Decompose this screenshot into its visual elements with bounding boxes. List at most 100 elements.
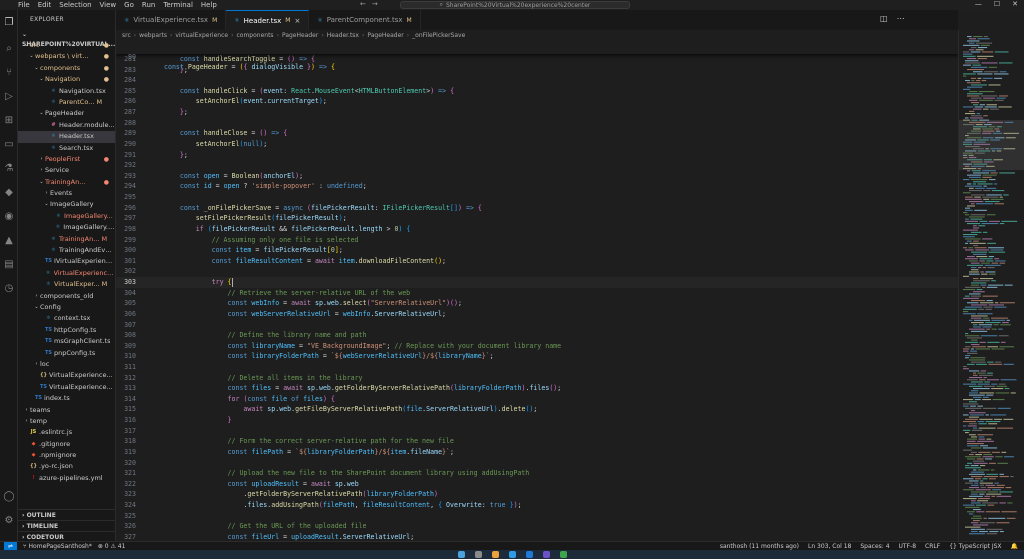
code-line[interactable]: 315 await sp.web.getFileByServerRelative… — [116, 404, 958, 415]
git-blame[interactable]: santhosh (11 months ago) — [720, 543, 799, 550]
code-line[interactable]: 305 const webInfo = await sp.web.select(… — [116, 298, 958, 309]
tree-file[interactable]: ⚛ ParentCo... M — [18, 97, 115, 108]
tree-file[interactable]: # Header.module... — [18, 120, 115, 131]
menu-item-go[interactable]: Go — [124, 1, 134, 9]
code-line[interactable]: 297 setFilePickerResult(filePickerResult… — [116, 213, 958, 224]
code-line[interactable]: 327 const fileUrl = uploadResult.ServerR… — [116, 532, 958, 541]
settings-gear-icon[interactable]: ⚙ — [3, 514, 15, 526]
tree-file[interactable]: TS VirtualExperience... — [18, 382, 115, 393]
tree-file[interactable]: {} VirtualExperience... — [18, 370, 115, 381]
code-line[interactable]: 302 — [116, 266, 958, 277]
code-line[interactable]: 293 const open = Boolean(anchorEl); — [116, 171, 958, 182]
explorer-icon[interactable]: ❐ — [3, 16, 15, 28]
tree-file[interactable]: TS msGraphClient.ts — [18, 336, 115, 347]
menu-item-view[interactable]: View — [100, 1, 117, 9]
code-line[interactable]: 312 // Delete all items in the library — [116, 373, 958, 384]
workspace-root[interactable]: ⌄ SHAREPOINT%20VIRTUAL... — [18, 30, 115, 48]
breadcrumb-item[interactable]: src — [122, 32, 131, 39]
start-icon[interactable] — [457, 551, 465, 558]
account-icon[interactable]: ◯ — [3, 490, 15, 502]
menu-item-run[interactable]: Run — [142, 1, 155, 9]
tree-folder[interactable]: ⌄ src — [18, 40, 115, 51]
chrome-icon[interactable] — [559, 551, 567, 558]
code-line[interactable]: 304 // Retrieve the server-relative URL … — [116, 288, 958, 299]
code-line[interactable]: 299 // Assuming only one file is selecte… — [116, 235, 958, 246]
tree-file[interactable]: ⚛ Navigation.tsx — [18, 86, 115, 97]
testing-icon[interactable]: ⚗ — [3, 162, 15, 174]
encoding[interactable]: UTF-8 — [899, 543, 917, 550]
code-line[interactable]: 300 const item = filePickerResult[0]; — [116, 245, 958, 256]
tree-folder[interactable]: › teams — [18, 405, 115, 416]
cursor-position[interactable]: Ln 303, Col 18 — [808, 543, 851, 550]
tree-folder[interactable]: ⌄ components — [18, 63, 115, 74]
menu-item-selection[interactable]: Selection — [59, 1, 91, 9]
code-line[interactable]: 310 const libraryFolderPath = `${webServ… — [116, 351, 958, 362]
code-line[interactable]: 289 const handleClose = () => { — [116, 128, 958, 139]
code-line[interactable]: 325 — [116, 511, 958, 522]
back-arrow-icon[interactable]: ← — [360, 0, 366, 8]
code-line[interactable]: 298 if (filePickerResult && filePickerRe… — [116, 224, 958, 235]
search-icon[interactable]: ⌕ — [3, 42, 15, 54]
code-line[interactable]: 318 // Form the correct server-relative … — [116, 436, 958, 447]
code-line[interactable]: 319 const filePath = `${libraryFolderPat… — [116, 447, 958, 458]
minimap[interactable] — [958, 30, 1024, 541]
command-center-search[interactable]: ⌕ SharePoint%20Virtual%20experience%20ce… — [400, 1, 630, 9]
minimap-slider[interactable] — [959, 120, 1024, 170]
code-line[interactable]: 292 — [116, 160, 958, 171]
tree-file[interactable]: TS index.ts — [18, 393, 115, 404]
run-debug-icon[interactable]: ▷ — [3, 90, 15, 102]
maximize-icon[interactable]: ☐ — [994, 0, 1000, 8]
tree-folder[interactable]: ⌄ PageHeader — [18, 108, 115, 119]
tree-folder[interactable]: › components_old — [18, 291, 115, 302]
tab-virtualexperience-tsx[interactable]: ⚛ VirtualExperience.tsx M — [116, 10, 227, 30]
tree-file[interactable]: JS .eslintrc.js — [18, 427, 115, 438]
code-line[interactable]: 324 .files.addUsingPath(filePath, fileRe… — [116, 500, 958, 511]
code-line[interactable]: 291 }; — [116, 150, 958, 161]
source-control-icon[interactable]: ⑂ — [3, 66, 15, 78]
vscode-taskbar-icon[interactable] — [525, 551, 533, 558]
code-line[interactable]: 301 const fileResultContent = await item… — [116, 256, 958, 267]
menu-item-file[interactable]: File — [18, 1, 30, 9]
breadcrumb-item[interactable]: _onFilePickerSave — [412, 32, 465, 39]
code-line[interactable]: 313 const files = await sp.web.getFolder… — [116, 383, 958, 394]
code-line[interactable]: 288 — [116, 118, 958, 129]
code-line[interactable]: 326 // Get the URL of the uploaded file — [116, 521, 958, 532]
tree-file[interactable]: ◆ .gitignore — [18, 439, 115, 450]
code-line[interactable]: 296 const _onFilePickerSave = async (fil… — [116, 203, 958, 214]
line-ending[interactable]: CRLF — [925, 543, 940, 550]
code-line[interactable]: 317 — [116, 426, 958, 437]
breadcrumb-item[interactable]: webparts — [139, 32, 167, 39]
tree-file[interactable]: ◆ .npmignore — [18, 450, 115, 461]
minimize-icon[interactable]: — — [975, 0, 982, 8]
remote-explorer-icon[interactable]: ▭ — [3, 138, 15, 150]
code-line[interactable]: 309 const libraryName = "VE_BackgroundIm… — [116, 341, 958, 352]
taskbar-search-icon[interactable] — [474, 551, 482, 558]
code-line[interactable]: 306 const webServerRelativeUrl = webInfo… — [116, 309, 958, 320]
code-line[interactable]: 284 — [116, 75, 958, 86]
code-line[interactable]: 308 // Define the library name and path — [116, 330, 958, 341]
close-icon[interactable]: × — [294, 17, 300, 25]
menu-item-edit[interactable]: Edit — [38, 1, 52, 9]
tree-file[interactable]: ⚛ ImageGallery... — [18, 211, 115, 222]
language-mode[interactable]: {} TypeScript JSX — [949, 543, 1001, 550]
close-icon[interactable]: ✕ — [1012, 0, 1018, 8]
breadcrumb-item[interactable]: virtualExperience — [175, 32, 228, 39]
tree-folder[interactable]: › temp — [18, 416, 115, 427]
tree-file[interactable]: ⚛ ImageGallery.tsx — [18, 222, 115, 233]
notifications-icon[interactable]: 🔔 — [1011, 543, 1018, 550]
tree-file[interactable]: ⚛ TrainingAn... M — [18, 234, 115, 245]
menu-item-terminal[interactable]: Terminal — [163, 1, 193, 9]
breadcrumb-item[interactable]: PageHeader — [367, 32, 403, 39]
tree-file[interactable]: TS pnpConfig.ts — [18, 348, 115, 359]
python-icon[interactable]: ◆ — [3, 186, 15, 198]
code-line[interactable]: 320 — [116, 458, 958, 469]
tree-folder[interactable]: › PeopleFirst — [18, 154, 115, 165]
tree-file[interactable]: ⚛ VirtualExper... M — [18, 279, 115, 290]
tree-file[interactable]: ⚛ context.tsx — [18, 313, 115, 324]
code-line[interactable]: 295 — [116, 192, 958, 203]
tree-folder[interactable]: ⌄ Config — [18, 302, 115, 313]
code-line[interactable]: 323 .getFolderByServerRelativePath(libra… — [116, 489, 958, 500]
code-line[interactable]: 322 const uploadResult = await sp.web — [116, 479, 958, 490]
code-line[interactable]: 286 setAnchorEl(event.currentTarget); — [116, 96, 958, 107]
tree-folder[interactable]: ⌄ TrainingAn... — [18, 177, 115, 188]
